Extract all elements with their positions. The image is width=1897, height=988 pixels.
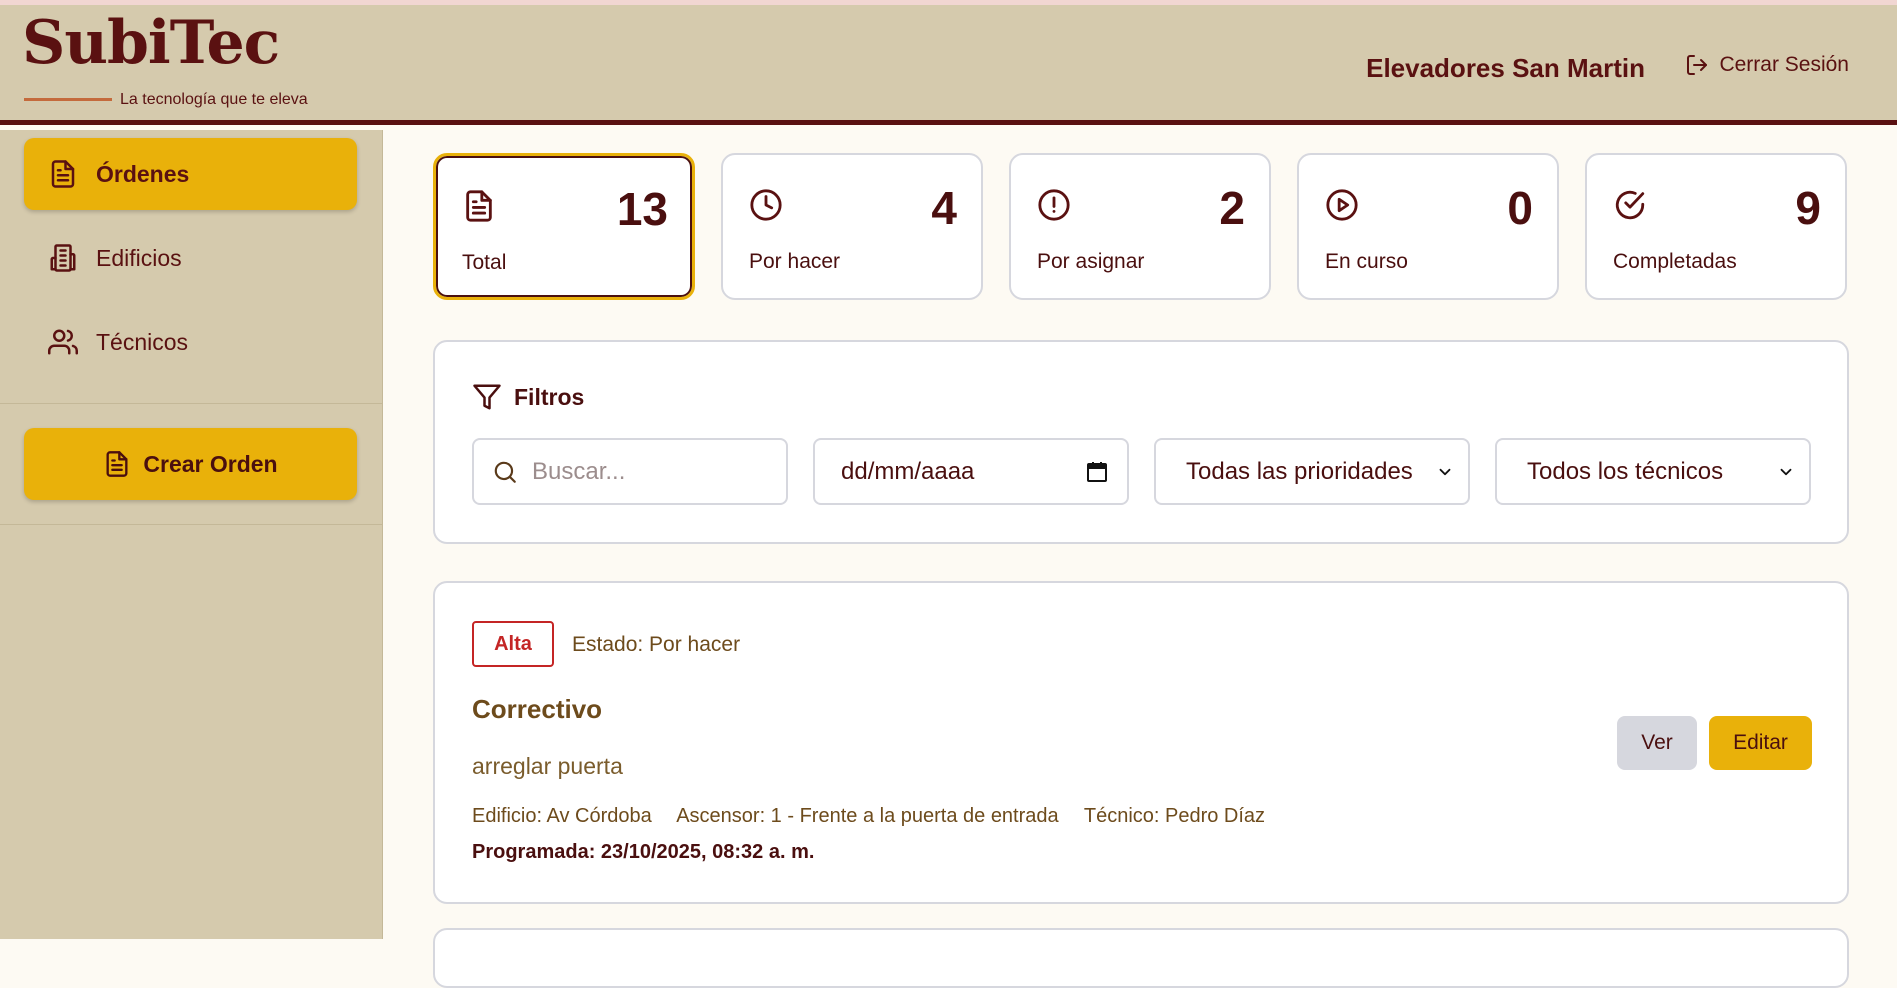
- alert-circle-icon: [1038, 189, 1070, 221]
- users-icon: [48, 329, 78, 355]
- app-header: SubiTec La tecnología que te eleva Eleva…: [0, 5, 1897, 125]
- logout-label: Cerrar Sesión: [1719, 53, 1849, 76]
- document-icon: [106, 451, 128, 477]
- edit-button[interactable]: Editar: [1709, 716, 1812, 770]
- create-order-label: Crear Orden: [143, 450, 278, 477]
- search-input[interactable]: Buscar...: [472, 438, 788, 505]
- document-icon: [51, 160, 75, 188]
- create-order-button[interactable]: Crear Orden: [24, 428, 357, 500]
- order-meta: Edificio: Av Córdoba Ascensor: 1 - Frent…: [472, 805, 1285, 828]
- stat-value: 9: [1795, 182, 1821, 234]
- sidebar-divider: [0, 524, 383, 525]
- stat-card-en-curso[interactable]: 0 En curso: [1297, 153, 1559, 300]
- logo-underline: [24, 98, 112, 101]
- stat-value: 0: [1507, 182, 1533, 234]
- stat-value: 13: [616, 183, 668, 235]
- filters-title: Filtros: [514, 383, 585, 410]
- stat-label: En curso: [1325, 250, 1408, 273]
- sidebar: Órdenes Edificios Técnicos Crear Orden: [0, 130, 383, 939]
- order-scheduled: Programada: 23/10/2025, 08:32 a. m.: [472, 841, 815, 863]
- clock-icon: [750, 189, 782, 221]
- check-circle-icon: [1615, 190, 1645, 220]
- search-icon: [494, 461, 516, 483]
- logout-icon: [1687, 55, 1708, 75]
- priority-select[interactable]: Todas las prioridades: [1154, 438, 1470, 505]
- sidebar-item-ordenes[interactable]: Órdenes: [24, 138, 357, 210]
- filter-icon: [473, 384, 501, 410]
- order-card: Alta Estado: Por hacer Correctivo arregl…: [433, 581, 1849, 904]
- chevron-down-icon: [1780, 468, 1792, 475]
- logo-name: SubiTec: [22, 8, 280, 78]
- sidebar-divider: [0, 403, 383, 404]
- stat-label: Por hacer: [749, 250, 841, 273]
- priority-badge: Alta: [472, 621, 554, 667]
- stat-card-por-asignar[interactable]: 2 Por asignar: [1009, 153, 1271, 300]
- stat-card-por-hacer[interactable]: 4 Por hacer: [721, 153, 983, 300]
- order-technician: Técnico: Pedro Díaz: [1083, 805, 1266, 827]
- stat-value: 2: [1219, 182, 1245, 234]
- date-field[interactable]: dd/mm/aaaa: [813, 438, 1129, 505]
- sidebar-item-label: Órdenes: [96, 160, 190, 187]
- document-icon: [466, 190, 492, 222]
- logo[interactable]: SubiTec La tecnología que te eleva: [22, 8, 308, 108]
- stat-card-completadas[interactable]: 9 Completadas: [1585, 153, 1847, 300]
- chevron-down-icon: [1439, 468, 1451, 475]
- logo-tagline: La tecnología que te eleva: [120, 91, 308, 108]
- filters-panel: Filtros Buscar... dd/mm/aaaa Todas las p…: [433, 340, 1849, 544]
- search-placeholder: Buscar...: [532, 457, 626, 485]
- play-circle-icon: [1326, 189, 1358, 221]
- stat-card-total[interactable]: 13 Total: [433, 153, 695, 300]
- building-icon: [50, 244, 76, 272]
- calendar-icon[interactable]: [1085, 460, 1109, 484]
- stat-label: Completadas: [1613, 250, 1737, 273]
- sidebar-item-edificios[interactable]: Edificios: [24, 222, 357, 294]
- view-button[interactable]: Ver: [1617, 716, 1697, 770]
- filters-heading: Filtros: [472, 382, 584, 412]
- stat-label: Por asignar: [1037, 250, 1145, 273]
- order-card: [433, 928, 1849, 988]
- order-building: Edificio: Av Córdoba: [472, 805, 652, 827]
- order-elevator: Ascensor: 1 - Frente a la puerta de entr…: [676, 805, 1059, 827]
- order-description: arreglar puerta: [472, 753, 623, 779]
- logout-button[interactable]: Cerrar Sesión: [1685, 53, 1849, 77]
- technician-selected: Todos los técnicos: [1527, 457, 1724, 485]
- sidebar-item-label: Edificios: [96, 244, 182, 271]
- priority-selected: Todas las prioridades: [1186, 457, 1413, 485]
- stat-label: Total: [462, 251, 507, 274]
- stat-value: 4: [931, 182, 957, 234]
- order-title: Correctivo: [472, 694, 603, 724]
- technician-select[interactable]: Todos los técnicos: [1495, 438, 1811, 505]
- order-status: Estado: Por hacer: [572, 633, 741, 656]
- sidebar-item-label: Técnicos: [96, 328, 189, 355]
- date-placeholder: dd/mm/aaaa: [841, 457, 975, 485]
- sidebar-item-tecnicos[interactable]: Técnicos: [24, 306, 357, 378]
- company-name: Elevadores San Martin: [1366, 53, 1645, 83]
